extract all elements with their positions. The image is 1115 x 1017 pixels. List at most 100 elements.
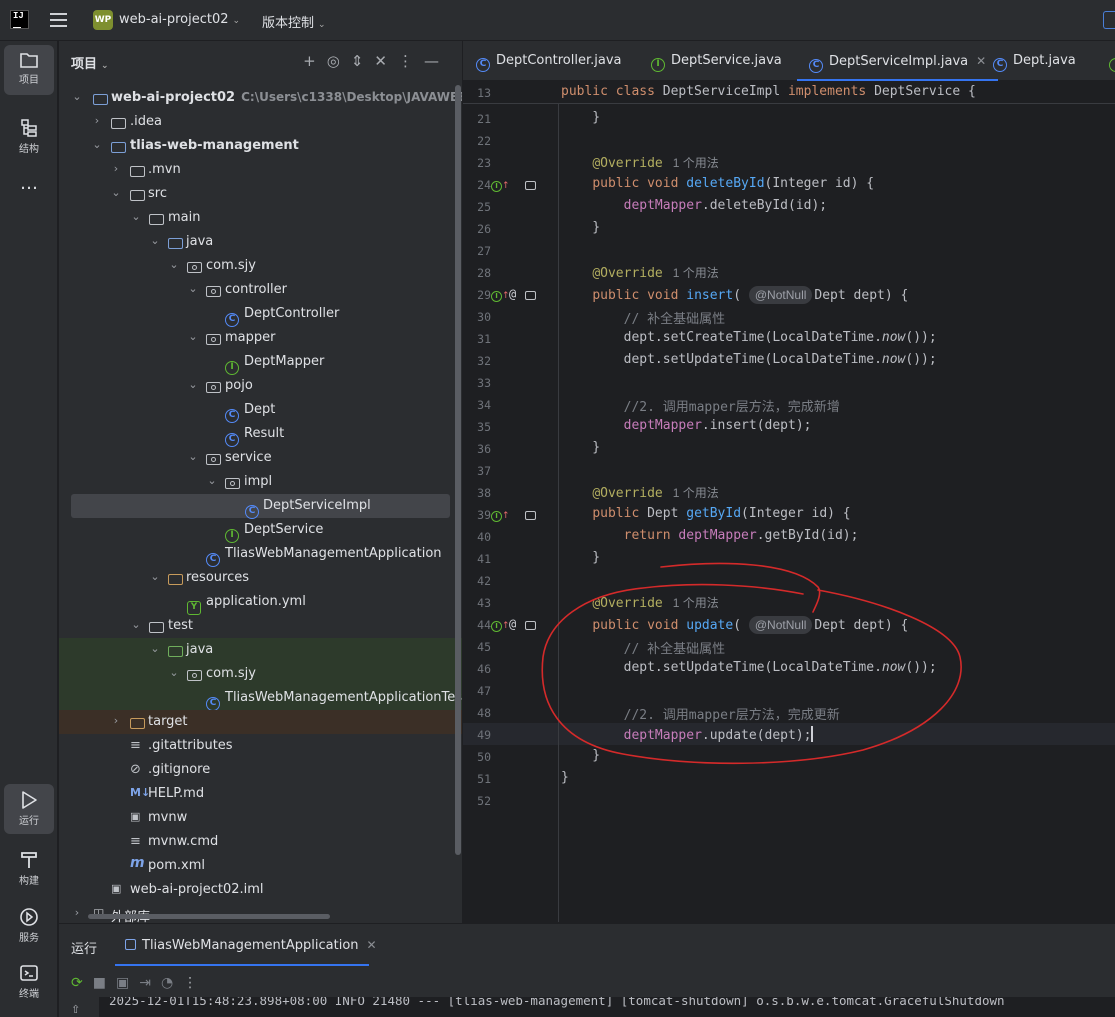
tree-row[interactable]: ⌄ controller xyxy=(59,278,462,302)
tree-row[interactable]: ⌄ test xyxy=(59,614,462,638)
tree-row[interactable]: I DeptMapper xyxy=(59,350,462,375)
chevron-right-icon[interactable]: › xyxy=(71,906,83,919)
chevron-right-icon[interactable]: › xyxy=(110,714,122,727)
main-menu-icon[interactable] xyxy=(50,13,67,27)
tree-row[interactable]: ⌄ java xyxy=(59,230,462,254)
hide-icon[interactable]: — xyxy=(424,52,450,70)
tool-structure[interactable]: 结构 xyxy=(4,112,54,162)
tree-row[interactable]: C Result xyxy=(59,422,462,447)
tree-row[interactable]: M↓ HELP.md xyxy=(59,782,462,806)
yaml-icon: Y xyxy=(187,594,203,615)
tab-deptserviceimpl[interactable]: C DeptServiceImpl.java ✕ xyxy=(797,41,999,81)
tree-row[interactable]: ⌄ mapper xyxy=(59,326,462,350)
camera-icon[interactable]: ▣ xyxy=(116,975,139,991)
tree-item-label: test xyxy=(168,618,193,633)
tree-row[interactable]: ▣ mvnw xyxy=(59,806,462,830)
more-tools-icon[interactable]: … xyxy=(4,169,54,199)
tree-row[interactable]: ⌄ com.sjy xyxy=(59,662,462,686)
window-icon[interactable] xyxy=(1103,11,1115,29)
tree-item-label: DeptService xyxy=(244,522,324,537)
gauge-icon[interactable]: ◔ xyxy=(161,975,183,991)
tree-row[interactable]: ⌄ main xyxy=(59,206,462,230)
options-icon[interactable]: ⋮ xyxy=(398,52,424,70)
chevron-down-icon[interactable]: ⌄ xyxy=(110,186,122,199)
tree-row[interactable]: › .idea xyxy=(59,110,462,134)
tool-run[interactable]: 运行 xyxy=(4,784,54,834)
tree-row[interactable]: ⌄ service xyxy=(59,446,462,470)
tree-vertical-scrollbar[interactable] xyxy=(455,85,461,855)
close-icon[interactable]: ✕ xyxy=(367,938,377,952)
tree-row[interactable]: C DeptController xyxy=(59,302,462,327)
tree-row[interactable]: ⊘ .gitignore xyxy=(59,758,462,782)
chevron-down-icon[interactable]: ⌄ xyxy=(130,210,142,223)
tree-row[interactable]: › ◫ 外部库 xyxy=(59,902,462,923)
tree-row[interactable]: m pom.xml xyxy=(59,854,462,878)
tree-row[interactable]: ⌄ pojo xyxy=(59,374,462,398)
chevron-right-icon[interactable]: › xyxy=(91,114,103,127)
tool-project[interactable]: 项目 xyxy=(4,45,54,95)
stop-icon[interactable]: ■ xyxy=(93,975,116,991)
add-icon[interactable]: + xyxy=(303,52,327,70)
scroll-up-icon[interactable]: ⇧ xyxy=(71,1003,80,1016)
tree-row[interactable]: C TliasWebManagementApplicationTests xyxy=(59,686,462,711)
exit-icon[interactable]: ⇥ xyxy=(139,975,161,991)
tree-row[interactable]: ⌄ resources xyxy=(59,566,462,590)
tab-deptcontroller[interactable]: C DeptController.java xyxy=(476,41,621,81)
package-icon xyxy=(187,666,203,682)
title-bar: IJ WP web-ai-project02 ⌄ 版本控制 ⌄ xyxy=(0,0,1115,41)
project-switcher[interactable]: web-ai-project02 ⌄ xyxy=(119,12,240,27)
more-options-icon[interactable]: ⋮ xyxy=(183,975,207,991)
tool-services[interactable]: 服务 xyxy=(4,901,54,951)
tree-row[interactable]: I DeptService xyxy=(59,518,462,543)
chevron-down-icon[interactable]: ⌄ xyxy=(130,618,142,631)
chevron-right-icon[interactable]: › xyxy=(110,162,122,175)
tree-row[interactable]: ⌄ java xyxy=(59,638,462,662)
tree-row[interactable]: ⌄ tlias-web-management xyxy=(59,134,462,158)
tool-build[interactable]: 构建 xyxy=(4,844,54,894)
locate-icon[interactable]: ◎ xyxy=(327,52,351,70)
intellij-logo-icon[interactable]: IJ xyxy=(10,10,29,29)
run-icon xyxy=(22,791,37,809)
tree-row[interactable]: ▣ web-ai-project02.iml xyxy=(59,878,462,902)
chevron-down-icon[interactable]: ⌄ xyxy=(149,234,161,247)
tree-row[interactable]: ⌄ com.sjy xyxy=(59,254,462,278)
project-badge[interactable]: WP xyxy=(93,10,113,30)
tree-row[interactable]: › target xyxy=(59,710,462,734)
tree-row[interactable]: ⌄ src xyxy=(59,182,462,206)
chevron-down-icon[interactable]: ⌄ xyxy=(187,450,199,463)
chevron-down-icon[interactable]: ⌄ xyxy=(168,666,180,679)
project-panel-title[interactable]: 项目 ⌄ xyxy=(71,53,109,72)
expand-all-icon[interactable]: ⇕ xyxy=(351,52,375,70)
tab-deptservice[interactable]: I DeptService.java xyxy=(651,41,782,81)
tree-row[interactable]: ⌄ impl xyxy=(59,470,462,494)
chevron-down-icon[interactable]: ⌄ xyxy=(187,378,199,391)
tree-row[interactable]: C TliasWebManagementApplication xyxy=(59,542,462,567)
chevron-down-icon[interactable]: ⌄ xyxy=(149,642,161,655)
tab-overflow[interactable] xyxy=(1109,41,1115,81)
chevron-down-icon[interactable]: ⌄ xyxy=(168,258,180,271)
tab-dept[interactable]: C Dept.java xyxy=(993,41,1076,81)
chevron-down-icon[interactable]: ⌄ xyxy=(187,330,199,343)
chevron-down-icon[interactable]: ⌄ xyxy=(187,282,199,295)
tree-row[interactable]: ≡ mvnw.cmd xyxy=(59,830,462,854)
tree-row[interactable]: ≡ .gitattributes xyxy=(59,734,462,758)
run-config-tab[interactable]: TliasWebManagementApplication ✕ xyxy=(125,938,377,953)
tool-terminal[interactable]: 终端 xyxy=(4,957,54,1007)
chevron-down-icon[interactable]: ⌄ xyxy=(206,474,218,487)
chevron-down-icon[interactable]: ⌄ xyxy=(149,570,161,583)
tree-row[interactable]: Y application.yml xyxy=(59,590,462,615)
rerun-icon[interactable]: ⟳ xyxy=(71,975,93,991)
close-icon[interactable]: ✕ xyxy=(976,54,986,68)
chevron-down-icon[interactable]: ⌄ xyxy=(91,138,103,151)
collapse-all-icon[interactable]: ✕ xyxy=(374,52,398,70)
tree-row[interactable]: C Dept xyxy=(59,398,462,423)
tree-item-label: DeptServiceImpl xyxy=(263,498,371,513)
console-output[interactable]: 2025-12-01T15:48:23.898+08:00 INFO 21480… xyxy=(99,997,1115,1017)
tree-row[interactable]: ⌄ web-ai-project02 C:\Users\c1338\Desktop… xyxy=(59,86,462,110)
code-editor[interactable]: 13 public class DeptServiceImpl implemen… xyxy=(463,82,1115,922)
chevron-down-icon[interactable]: ⌄ xyxy=(71,90,83,103)
tree-row-selected[interactable]: C DeptServiceImpl xyxy=(71,494,450,519)
tree-row[interactable]: › .mvn xyxy=(59,158,462,182)
vcs-menu[interactable]: 版本控制 ⌄ xyxy=(262,12,326,31)
tree-horizontal-scrollbar[interactable] xyxy=(88,914,330,919)
